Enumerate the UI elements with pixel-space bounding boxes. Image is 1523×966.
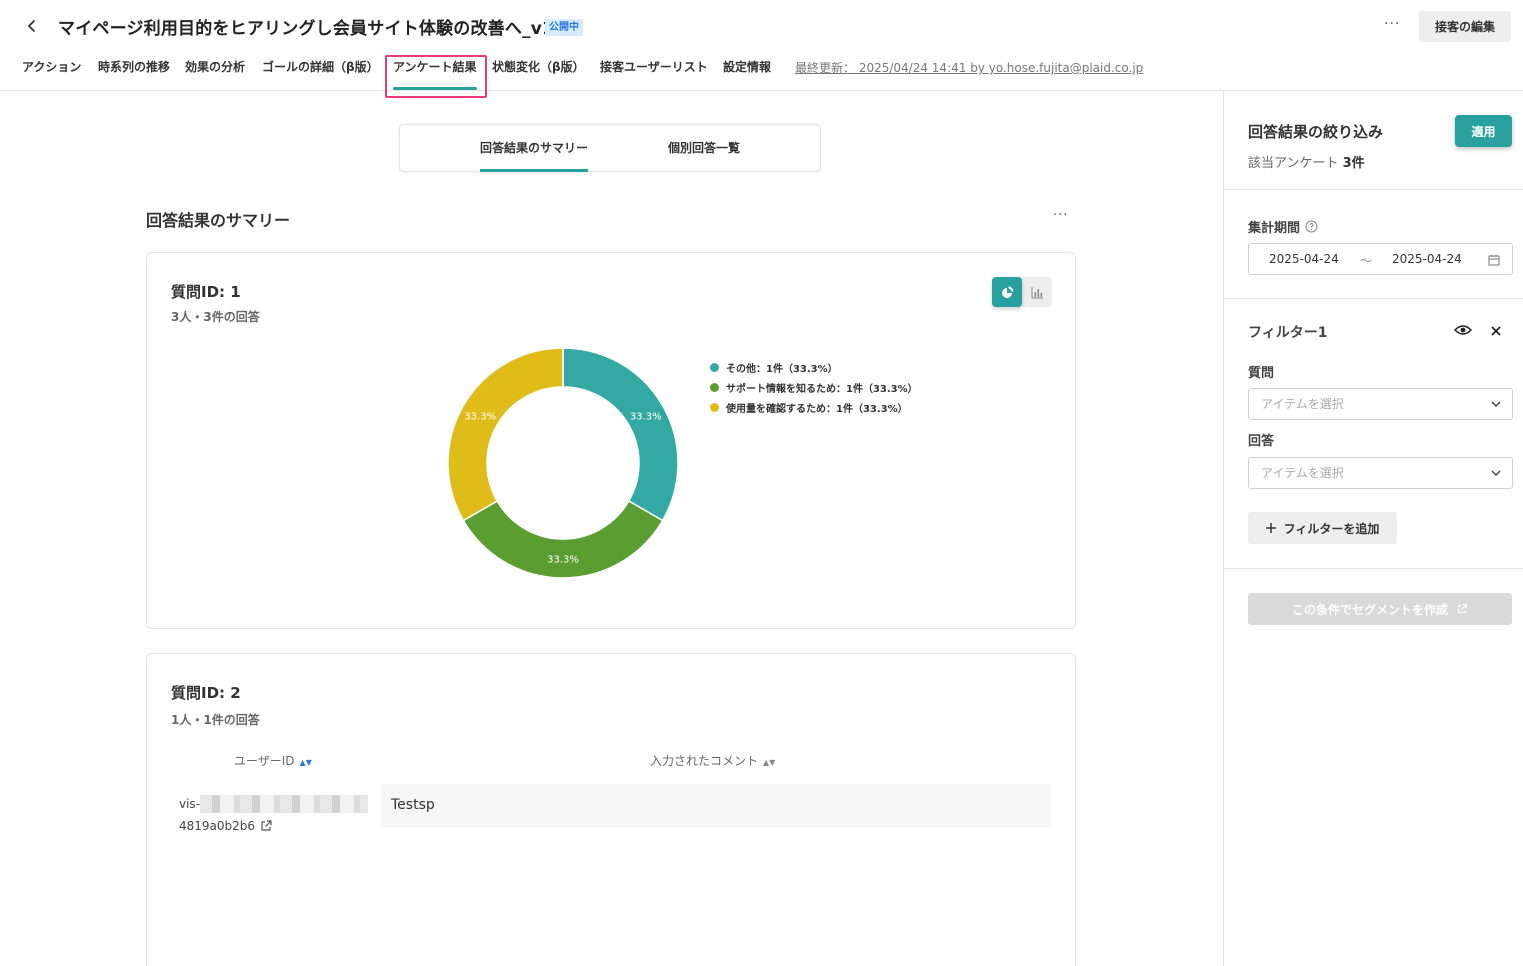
date-range-picker[interactable]: 2025-04-24 〜 2025-04-24 <box>1248 243 1513 275</box>
section-more-button[interactable]: ··· <box>1053 208 1068 223</box>
table-cell-user-id: vis- 4819a0b2b6 <box>179 795 369 833</box>
date-from: 2025-04-24 <box>1269 252 1339 266</box>
tab-timeseries[interactable]: 時系列の推移 <box>98 56 170 90</box>
matched-count-label: 該当アンケート <box>1248 156 1339 171</box>
external-link-icon <box>261 820 272 831</box>
answer-select-placeholder: アイテムを選択 <box>1261 466 1344 480</box>
slice-label: 33.3% <box>547 555 579 566</box>
tab-effect-analysis[interactable]: 効果の分析 <box>185 56 245 90</box>
chevron-left-icon <box>27 20 35 32</box>
legend-dot <box>710 362 719 372</box>
filter-title: フィルター1 <box>1248 325 1328 341</box>
chart-type-toggle <box>992 277 1052 307</box>
user-id-link[interactable]: 4819a0b2b6 <box>179 819 369 833</box>
sort-icon: ▲▼ <box>763 758 776 767</box>
legend-item: 使用量を確認するため：1件（33.3%） <box>710 397 918 417</box>
eye-icon[interactable] <box>1454 324 1472 336</box>
filter-panel-title: 回答結果の絞り込み <box>1248 123 1384 141</box>
legend-dot <box>710 382 719 392</box>
slice-label: 33.3% <box>464 411 496 422</box>
date-to: 2025-04-24 <box>1392 252 1462 266</box>
pie-chart-button[interactable] <box>992 277 1022 307</box>
divider <box>1224 568 1523 569</box>
page-header: マイページ利用目的をヒアリングし会員サイト体験の改善へ_v1.0 公開中 ···… <box>0 0 1523 98</box>
plus-icon <box>1265 523 1276 533</box>
answer-select[interactable]: アイテムを選択 <box>1248 457 1513 489</box>
question-card-1: 質問ID: 1 3人・3件の回答 33.3% 33.3% 33.3% その他：1件（… <box>146 252 1076 629</box>
matched-count: 該当アンケート 3件 <box>1248 152 1365 171</box>
donut-slice[interactable] <box>462 499 664 579</box>
user-id-prefix: vis- <box>179 797 201 811</box>
chart-legend: その他：1件（33.3%） サポート情報を知るため：1件（33.3%） 使用量を… <box>710 357 918 417</box>
chevron-down-icon <box>1491 470 1501 477</box>
status-badge: 公開中 <box>545 19 583 36</box>
question-title: 質問ID: 2 <box>171 684 241 702</box>
last-updated-link[interactable]: 最終更新： 2025/04/24 14:41 by yo.hose.fujita… <box>795 59 1143 76</box>
legend-label: その他：1件（33.3%） <box>726 363 838 375</box>
period-label: 集計期間 <box>1248 217 1318 236</box>
summary-toggle: 回答結果のサマリー 個別回答一覧 <box>399 124 821 172</box>
subtab-summary[interactable]: 回答結果のサマリー <box>480 125 589 172</box>
user-id-suffix: 4819a0b2b6 <box>179 819 256 833</box>
question-subtitle: 3人・3件の回答 <box>171 310 260 324</box>
close-icon[interactable] <box>1491 326 1501 336</box>
donut-slice[interactable] <box>562 347 679 522</box>
question-select[interactable]: アイテムを選択 <box>1248 388 1513 420</box>
tab-settings[interactable]: 設定情報 <box>723 56 771 90</box>
question-filter-label: 質問 <box>1248 366 1275 381</box>
legend-dot <box>710 402 719 412</box>
chevron-down-icon <box>1491 401 1501 408</box>
donut-chart: 33.3% 33.3% 33.3% <box>447 347 679 579</box>
redacted-block <box>200 795 369 813</box>
legend-item: サポート情報を知るため：1件（33.3%） <box>710 377 918 397</box>
apply-button[interactable]: 適用 <box>1455 115 1512 147</box>
tab-action[interactable]: アクション <box>22 56 81 90</box>
question-title: 質問ID: 1 <box>171 283 241 301</box>
subtab-individual[interactable]: 個別回答一覧 <box>668 125 740 172</box>
add-filter-button[interactable]: フィルターを追加 <box>1248 512 1397 544</box>
answer-filter-label: 回答 <box>1248 434 1275 449</box>
tab-state-change[interactable]: 状態変化（β版） <box>492 56 585 90</box>
pie-chart-icon <box>1001 286 1013 298</box>
tab-survey-results[interactable]: アンケート結果 <box>393 56 477 90</box>
column-header-comment[interactable]: 入力されたコメント ▲▼ <box>650 752 775 769</box>
help-icon[interactable] <box>1305 220 1318 233</box>
more-menu-button[interactable]: ··· <box>1384 16 1400 32</box>
divider <box>1224 298 1523 299</box>
question-subtitle: 1人・1件の回答 <box>171 713 260 727</box>
matched-count-value: 3件 <box>1342 156 1365 171</box>
date-separator: 〜 <box>1360 254 1373 268</box>
column-label: ユーザーID <box>234 754 295 768</box>
question-card-2: 質問ID: 2 1人・1件の回答 ユーザーID ▲▼ 入力されたコメント ▲▼ vi… <box>146 653 1076 966</box>
external-link-icon <box>1457 604 1467 614</box>
add-filter-label: フィルターを追加 <box>1283 521 1380 536</box>
back-button[interactable] <box>20 14 44 38</box>
bar-chart-button[interactable] <box>1022 277 1052 307</box>
filter-panel: 回答結果の絞り込み 適用 該当アンケート 3件 集計期間 2025-04-24 … <box>1223 91 1523 966</box>
bar-chart-icon <box>1031 286 1043 298</box>
period-label-text: 集計期間 <box>1248 221 1301 236</box>
column-header-user-id[interactable]: ユーザーID ▲▼ <box>234 752 312 769</box>
create-segment-label: この条件でセグメントを作成 <box>1291 602 1448 617</box>
create-segment-button[interactable]: この条件でセグメントを作成 <box>1248 593 1512 625</box>
divider <box>1224 189 1523 190</box>
legend-item: その他：1件（33.3%） <box>710 357 918 377</box>
legend-label: 使用量を確認するため：1件（33.3%） <box>726 403 908 415</box>
calendar-icon <box>1488 255 1500 266</box>
edit-action-button[interactable]: 接客の編集 <box>1419 11 1511 42</box>
page-title: マイページ利用目的をヒアリングし会員サイト体験の改善へ_v1.0 <box>58 19 573 39</box>
legend-label: サポート情報を知るため：1件（33.3%） <box>726 383 918 395</box>
donut-slice[interactable] <box>447 347 564 522</box>
tab-goal-detail[interactable]: ゴールの詳細（β版） <box>262 56 379 90</box>
sort-icon: ▲▼ <box>299 758 312 767</box>
tab-user-list[interactable]: 接客ユーザーリスト <box>600 56 708 90</box>
table-cell-comment: Testsp <box>381 784 1051 827</box>
section-title: 回答結果のサマリー <box>146 211 291 230</box>
question-select-placeholder: アイテムを選択 <box>1261 397 1344 411</box>
column-label: 入力されたコメント <box>650 754 759 768</box>
slice-label: 33.3% <box>630 411 662 422</box>
